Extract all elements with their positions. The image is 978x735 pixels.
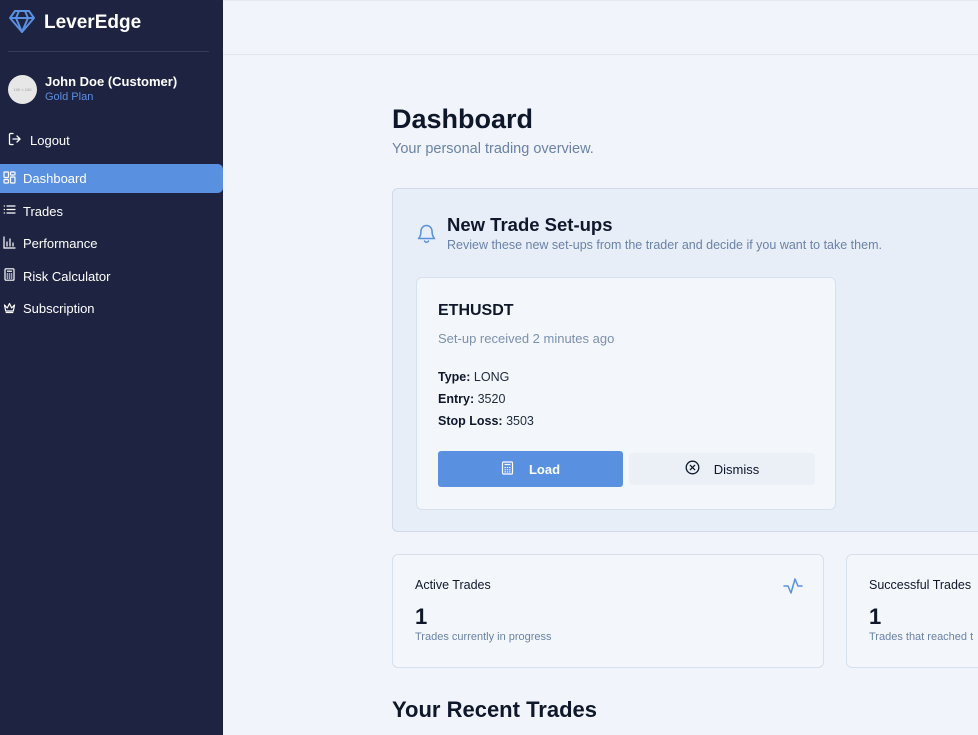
crown-icon [3,301,23,317]
list-icon [3,203,23,219]
trade-pair: ETHUSDT [438,302,514,319]
calculator-icon [3,268,23,284]
sidebar-item-label: Subscription [23,301,95,316]
logout-button[interactable]: Logout [8,132,70,149]
sidebar-divider [8,51,209,52]
active-trades-card: Active Trades 1 Trades currently in prog… [392,554,824,668]
user-info: John Doe (Customer) Gold Plan [45,74,177,105]
sidebar-item-subscription[interactable]: Subscription [0,294,223,323]
sidebar-item-label: Risk Calculator [23,268,111,284]
page-subtitle: Your personal trading overview. [392,141,594,157]
sidebar-item-performance[interactable]: Performance [0,229,223,258]
activity-icon [783,577,803,595]
sidebar-item-trades[interactable]: Trades [0,197,223,226]
stop-loss-value: 3503 [506,414,534,428]
calculator-icon [501,460,529,478]
stat-note: Trades currently in progress [415,631,552,643]
sidebar-nav: Dashboard Trades Performance Risk Calcul… [0,164,223,327]
new-setups-panel: New Trade Set-ups Review these new set-u… [392,188,978,532]
entry-field: Entry: 3520 [438,392,505,406]
entry-label: Entry: [438,392,475,406]
user-plan: Gold Plan [45,91,94,103]
stop-loss-label: Stop Loss: [438,414,503,428]
sidebar-item-risk-calculator[interactable]: Risk Calculator [0,262,223,291]
bar-chart-icon [3,235,23,252]
diamond-icon [8,7,36,40]
logout-icon [8,132,30,149]
dismiss-button[interactable]: Dismiss [629,453,815,485]
load-label: Load [528,461,561,477]
sidebar-item-label: Trades [23,203,63,219]
stat-label: Active Trades [415,578,491,592]
sidebar-item-label: Performance [23,236,98,251]
user-name: John Doe (Customer) [45,74,178,89]
entry-value: 3520 [477,392,506,406]
dismiss-label: Dismiss [713,461,760,477]
brand[interactable]: LeverEdge [8,8,141,38]
avatar: 100 × 100 [8,75,37,104]
logout-label: Logout [30,133,70,148]
stop-loss-field: Stop Loss: 3503 [438,414,534,428]
stat-note: Trades that reached t [869,631,974,643]
sidebar: LeverEdge 100 × 100 John Doe (Customer) … [0,0,223,735]
trade-setup-card: ETHUSDT Set-up received 2 minutes ago Ty… [416,277,836,510]
grid-icon [3,170,23,187]
page-title: Dashboard [392,104,534,134]
brand-name: LeverEdge [44,12,142,33]
load-button[interactable]: Load [438,451,623,487]
bell-icon [416,222,437,244]
close-circle-icon [685,460,714,478]
received-time: Set-up received 2 minutes ago [438,331,615,346]
stat-value: 1 [869,604,882,629]
top-bar [223,0,978,55]
recent-trades-title: Your Recent Trades [392,697,597,722]
type-value: LONG [473,370,510,384]
sidebar-item-dashboard[interactable]: Dashboard [0,164,223,193]
stat-label: Successful Trades [869,578,972,592]
successful-trades-card: Successful Trades 1 Trades that reached … [846,554,978,668]
sidebar-item-label: Dashboard [23,171,87,186]
type-field: Type: LONG [438,370,509,384]
stat-value: 1 [415,604,428,629]
setups-title: New Trade Set-ups [447,214,613,235]
user-profile[interactable]: 100 × 100 John Doe (Customer) Gold Plan [8,74,177,105]
setups-description: Review these new set-ups from the trader… [447,238,882,252]
type-label: Type: [438,370,471,384]
